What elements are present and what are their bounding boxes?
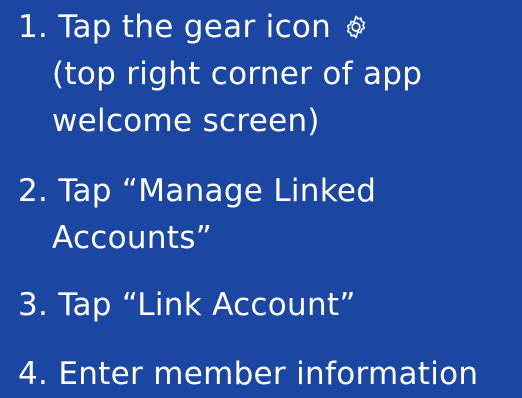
step-3-line-1: 3. Tap “Link Account” (18, 282, 356, 329)
step-1: 1. Tap the gear icon (top right corner o… (18, 4, 422, 145)
step-4-line-1: 4. Enter member information (18, 351, 478, 398)
step-4: 4. Enter member information (18, 351, 478, 398)
step-2-line-2: Accounts” (52, 220, 213, 256)
step-text: Tap “Link Account” (58, 287, 356, 323)
step-number: 1. (18, 9, 49, 45)
step-3: 3. Tap “Link Account” (18, 282, 356, 329)
step-1-line-1: 1. Tap the gear icon (18, 4, 422, 51)
step-2-line-1: 2. Tap “Manage Linked (18, 168, 376, 215)
step-1-line-2: (top right corner of app (52, 56, 423, 92)
step-number: 3. (18, 287, 49, 323)
step-2: 2. Tap “Manage Linked Accounts” (18, 168, 376, 262)
step-number: 2. (18, 173, 49, 209)
step-1-line-3: welcome screen) (52, 103, 320, 139)
instruction-steps: 1. Tap the gear icon (top right corner o… (0, 0, 522, 392)
step-text: Tap the gear icon (58, 9, 332, 45)
gear-icon (343, 14, 369, 40)
step-text: Tap “Manage Linked (58, 173, 377, 209)
